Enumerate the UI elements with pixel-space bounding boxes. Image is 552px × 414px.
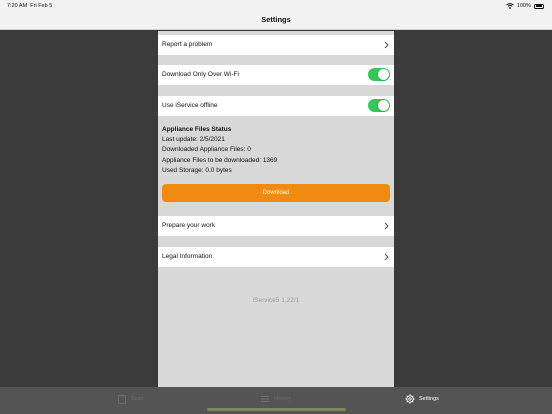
nav-bar: Settings — [0, 12, 552, 30]
tab-scan[interactable]: Scan — [117, 393, 144, 405]
used-storage-text: Used Storage: 0.0 bytes — [162, 166, 232, 174]
tab-history[interactable]: History — [260, 393, 291, 405]
offline-label: Use iService offline — [162, 102, 218, 109]
tab-history-label: History — [274, 396, 292, 402]
wifi-icon — [506, 3, 514, 9]
downloaded-files-text: Downloaded Appliance Files: 0 — [162, 146, 251, 154]
report-problem-label: Report a problem — [162, 41, 213, 48]
legal-info-label: Legal Information — [162, 253, 213, 260]
toggle-knob — [378, 100, 389, 111]
status-time: 7:20 AM Fri Feb 5 — [7, 3, 53, 9]
clipboard-icon — [118, 394, 126, 404]
report-problem-row[interactable]: Report a problem — [158, 35, 394, 55]
battery-icon — [534, 3, 544, 9]
files-to-download-text: Appliance Files to be downloaded: 1369 — [162, 156, 278, 164]
gear-icon — [405, 394, 415, 404]
status-bar: 7:20 AM Fri Feb 5 100% — [0, 0, 552, 12]
version-label: iService5 1.22/1 — [252, 297, 300, 304]
prepare-work-row[interactable]: Prepare your work — [158, 216, 394, 236]
wifi-only-toggle[interactable] — [368, 68, 390, 81]
last-update-text: Last update: 2/5/2021 — [162, 136, 225, 144]
home-indicator[interactable] — [207, 408, 346, 411]
chevron-right-icon — [384, 222, 389, 230]
wifi-only-label: Download Only Over Wi-Fi — [162, 71, 239, 78]
prepare-work-label: Prepare your work — [162, 222, 216, 229]
download-button[interactable]: Download — [162, 184, 390, 202]
appliance-files-heading: Appliance Files Status — [162, 126, 232, 133]
offline-toggle[interactable] — [368, 99, 390, 112]
list-icon — [261, 396, 269, 402]
wifi-only-row: Download Only Over Wi-Fi — [158, 65, 394, 85]
chevron-right-icon — [384, 253, 389, 261]
page-title: Settings — [261, 15, 291, 24]
settings-panel: Report a problem Download Only Over Wi-F… — [158, 31, 394, 387]
status-indicators: 100% — [506, 3, 544, 9]
battery-percent: 100% — [516, 3, 531, 9]
offline-row: Use iService offline — [158, 96, 394, 116]
tab-scan-label: Scan — [131, 396, 144, 402]
tab-settings-label: Settings — [419, 396, 439, 402]
appliance-files-status: Appliance Files Status Last update: 2/5/… — [162, 125, 390, 176]
tab-settings[interactable]: Settings — [405, 393, 439, 405]
chevron-right-icon — [384, 41, 389, 49]
toggle-knob — [378, 69, 389, 80]
legal-info-row[interactable]: Legal Information — [158, 247, 394, 267]
